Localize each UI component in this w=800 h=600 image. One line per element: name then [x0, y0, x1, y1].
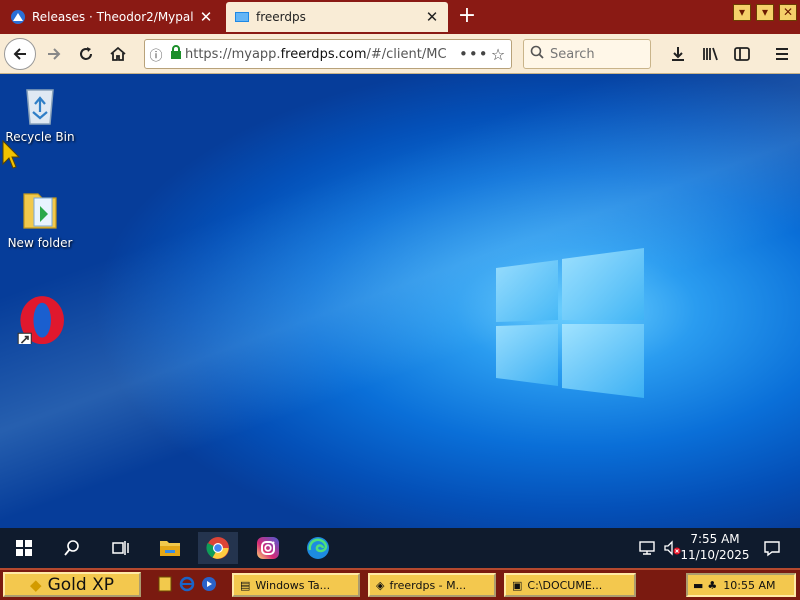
sidebar-button[interactable]	[726, 38, 758, 70]
taskbar-clock[interactable]: 7:55 AM 11/10/2025	[680, 531, 750, 563]
xp-start-label: Gold XP	[47, 574, 114, 595]
network-icon[interactable]	[634, 532, 660, 564]
info-icon[interactable]: ⓘ	[145, 45, 167, 64]
xp-task-label: freerdps - M...	[389, 578, 467, 592]
chrome-icon	[206, 537, 229, 559]
xp-task-freerdps[interactable]: ◈ freerdps - M...	[368, 573, 496, 597]
xp-task-7zip[interactable]: ▣ C:\DOCUME...	[504, 573, 636, 597]
sidebar-icon	[734, 47, 750, 61]
home-icon	[110, 46, 126, 61]
new-tab-button[interactable]: +	[454, 4, 480, 30]
folder-icon	[23, 193, 57, 229]
close-button[interactable]: ✕	[779, 4, 797, 21]
opera-icon	[17, 296, 64, 344]
notification-icon	[764, 541, 780, 557]
windows-logo	[496, 248, 644, 398]
task-view-icon	[112, 541, 129, 555]
back-button[interactable]	[4, 38, 36, 70]
xp-clock[interactable]: 10:55 AM	[723, 579, 775, 592]
bookmark-star-icon[interactable]: ☆	[485, 45, 511, 64]
clock-time: 7:55 AM	[690, 532, 740, 546]
taskbar-search-button[interactable]	[52, 532, 92, 564]
notifications-button[interactable]	[752, 532, 792, 564]
recycle-bin-icon	[26, 89, 54, 125]
home-button[interactable]	[102, 38, 134, 70]
tab-title: Releases · Theodor2/Mypal68 · Gi	[32, 10, 194, 24]
new-folder-shortcut[interactable]: New folder	[0, 188, 80, 250]
remote-desktop[interactable]: Recycle Bin New folder	[0, 74, 800, 528]
xp-task-windows-taskmgr[interactable]: ▤ Windows Ta...	[232, 573, 360, 597]
url-bar[interactable]: ⓘ https://myapp.freerdps.com/#/client/MC…	[144, 39, 512, 69]
maximize-button[interactable]: ▾	[756, 4, 774, 21]
mouse-cursor-icon	[2, 140, 20, 169]
7zip-icon: ▣	[512, 578, 523, 592]
show-desktop-icon[interactable]	[156, 576, 174, 594]
search-icon	[530, 45, 544, 63]
xp-logo-icon: ◆	[30, 575, 42, 594]
reload-icon	[80, 47, 92, 60]
instagram-icon	[257, 537, 279, 559]
tray-network-icon[interactable]: ♣	[707, 579, 717, 592]
xp-task-label: Windows Ta...	[255, 578, 331, 592]
tab-close-icon[interactable]: ✕	[424, 8, 440, 26]
search-placeholder: Search	[550, 46, 595, 62]
back-arrow-icon	[13, 48, 26, 60]
menu-button[interactable]	[766, 38, 798, 70]
tab-releases[interactable]: Releases · Theodor2/Mypal68 · Gi ✕	[2, 2, 222, 32]
library-button[interactable]	[694, 38, 726, 70]
xp-taskbar: ◆ Gold XP ▤ Windows Ta... ◈ freerdps - M…	[0, 568, 800, 600]
download-icon	[672, 47, 684, 61]
reload-button[interactable]	[70, 38, 102, 70]
hamburger-icon	[776, 48, 788, 60]
instagram-button[interactable]	[248, 532, 288, 564]
task-view-button[interactable]	[100, 532, 140, 564]
recycle-bin-shortcut[interactable]: Recycle Bin	[0, 82, 80, 144]
tray-monitor-icon[interactable]: ▬	[693, 579, 703, 592]
file-explorer-icon	[160, 541, 180, 556]
forward-arrow-icon	[48, 48, 61, 60]
new-folder-label: New folder	[7, 236, 73, 250]
tab-close-icon[interactable]: ✕	[198, 8, 214, 26]
ie-icon[interactable]	[178, 576, 196, 594]
file-explorer-button[interactable]	[150, 532, 190, 564]
search-input[interactable]: Search	[523, 39, 651, 69]
xp-system-tray: ▬ ♣ 10:55 AM	[686, 573, 796, 597]
library-icon	[703, 47, 718, 61]
forward-button[interactable]	[38, 38, 70, 70]
browser-tab-strip: Releases · Theodor2/Mypal68 · Gi ✕ freer…	[0, 0, 800, 34]
downloads-button[interactable]	[662, 38, 694, 70]
tab-freerdps[interactable]: freerdps ✕	[226, 2, 448, 32]
minimize-button[interactable]: ▾	[733, 4, 751, 21]
tab-title: freerdps	[256, 10, 306, 24]
xp-task-label: C:\DOCUME...	[527, 578, 603, 592]
lock-icon[interactable]	[167, 45, 185, 63]
search-icon	[64, 540, 79, 556]
chrome-button[interactable]	[198, 532, 238, 564]
media-player-icon[interactable]	[200, 576, 218, 594]
windows-start-icon	[16, 540, 32, 556]
mypal-icon	[11, 10, 25, 24]
windows-taskbar: 7:55 AM 11/10/2025	[0, 528, 800, 568]
xp-start-button[interactable]: ◆ Gold XP	[3, 572, 141, 597]
edge-button[interactable]	[298, 532, 338, 564]
start-button[interactable]	[4, 532, 44, 564]
url-text[interactable]: https://myapp.freerdps.com/#/client/MC	[185, 47, 459, 62]
edge-icon	[307, 537, 329, 559]
freerdps-icon	[235, 12, 249, 22]
clock-date: 11/10/2025	[680, 548, 750, 562]
browser-icon: ◈	[376, 578, 385, 592]
page-actions-button[interactable]: •••	[459, 45, 488, 63]
navigation-bar: ⓘ https://myapp.freerdps.com/#/client/MC…	[0, 34, 800, 74]
opera-shortcut[interactable]	[0, 292, 80, 348]
task-manager-icon: ▤	[240, 578, 251, 592]
light-beam	[0, 74, 800, 528]
